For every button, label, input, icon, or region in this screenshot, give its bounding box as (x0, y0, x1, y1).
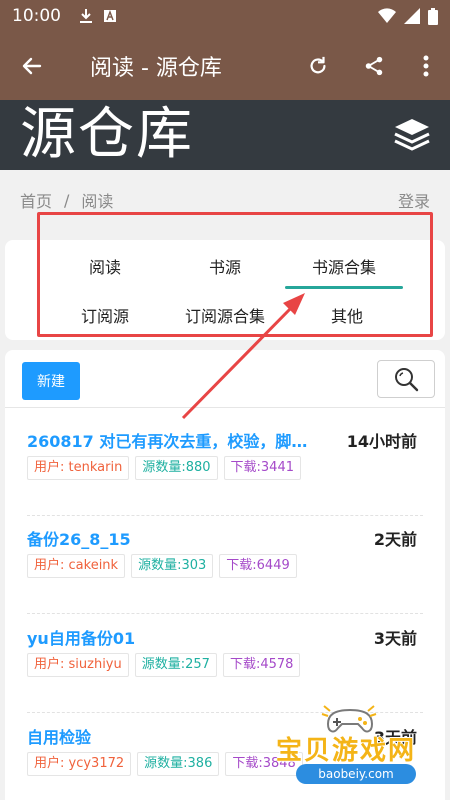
search-icon (395, 368, 419, 392)
item-downloads-tag: 下载:6449 (219, 554, 297, 578)
layers-menu-icon[interactable] (392, 115, 432, 155)
refresh-button[interactable] (290, 32, 346, 100)
breadcrumb-current: 阅读 (81, 192, 114, 211)
app-notification-icon (104, 10, 116, 22)
breadcrumb: 首页 / 阅读 登录 (0, 185, 450, 215)
item-user-tag: 用户: tenkarin (27, 456, 130, 480)
breadcrumb-home[interactable]: 首页 (20, 188, 52, 212)
item-name[interactable]: yu自用备份01 (27, 625, 322, 649)
item-count-tag: 源数量:303 (131, 554, 214, 578)
login-link[interactable]: 登录 (398, 188, 430, 212)
breadcrumb-separator: / (64, 190, 70, 210)
site-brand[interactable]: 源仓库 (20, 107, 194, 163)
status-bar: 10:00 (0, 0, 450, 32)
new-button[interactable]: 新建 (22, 362, 80, 400)
back-button[interactable] (0, 32, 64, 100)
list-divider (5, 407, 445, 408)
more-vertical-icon (423, 55, 429, 77)
item-downloads-tag: 下载:4578 (222, 653, 301, 677)
status-time: 10:00 (12, 6, 61, 26)
watermark: 宝贝游戏网 baobeiy.com (268, 700, 448, 796)
item-count-tag: 源数量:257 (134, 653, 217, 677)
arrow-left-icon (22, 57, 42, 75)
battery-icon (428, 7, 438, 25)
app-bar: 阅读 - 源仓库 (0, 32, 450, 100)
item-name[interactable]: 260817 对已有再次去重，校验，脚本优化 (27, 428, 322, 452)
item-count-tag: 源数量:386 (137, 752, 220, 776)
item-user-tag: 用户: siuzhiyu (27, 653, 129, 677)
share-icon (365, 56, 383, 76)
item-name[interactable]: 备份26_8_15 (27, 526, 322, 550)
highlight-box (37, 212, 433, 337)
item-time: 3天前 (373, 629, 417, 648)
site-header: 源仓库 (0, 100, 450, 170)
signal-icon (404, 8, 420, 24)
share-button[interactable] (346, 32, 402, 100)
item-separator (27, 613, 423, 614)
wifi-icon (378, 8, 396, 23)
item-time: 14小时前 (346, 432, 417, 451)
item-time: 2天前 (373, 530, 417, 549)
item-count-tag: 源数量:880 (135, 456, 218, 480)
watermark-text: 宝贝游戏网 (276, 736, 417, 766)
more-options-button[interactable] (402, 32, 450, 100)
item-user-tag: 用户: ycy3172 (27, 752, 132, 776)
app-bar-title: 阅读 - 源仓库 (90, 56, 222, 81)
item-user-tag: 用户: cakeink (27, 554, 126, 578)
download-icon (80, 9, 92, 23)
item-downloads-tag: 下载:3441 (223, 456, 301, 480)
search-button[interactable] (377, 360, 435, 398)
refresh-icon (310, 56, 326, 74)
item-separator (27, 515, 423, 516)
watermark-url: baobeiy.com (296, 764, 416, 784)
